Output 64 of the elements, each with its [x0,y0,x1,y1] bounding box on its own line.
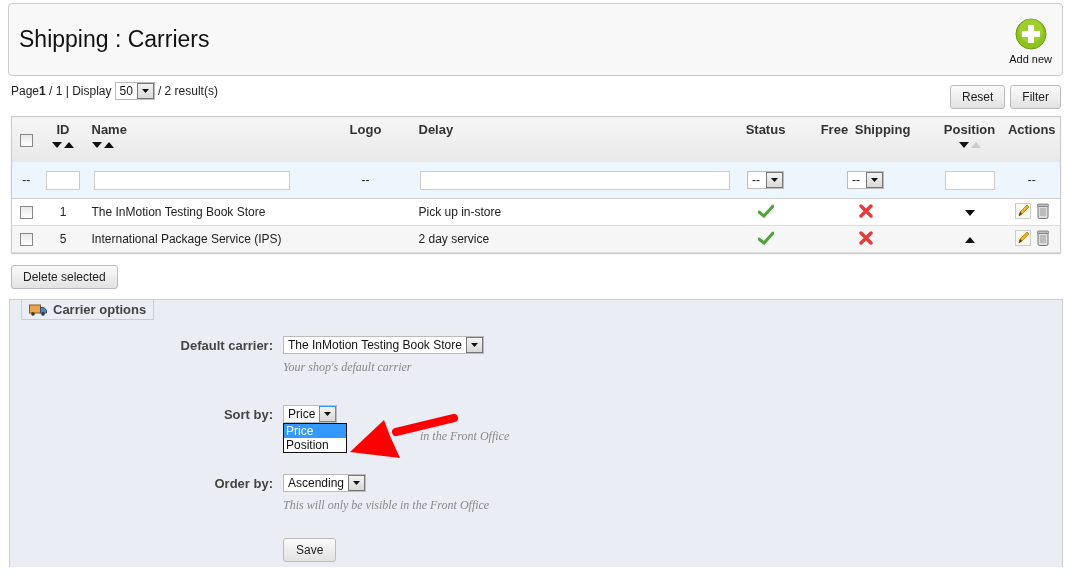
empty-filter-text: -- [1027,173,1036,187]
column-header: ID [56,122,70,137]
check-icon[interactable] [757,230,774,245]
caret-icon [353,481,361,485]
cross-icon[interactable] [858,230,873,245]
carrier-name: International Package Service (IPS) [91,232,282,246]
checkbox[interactable] [19,206,33,220]
page-title: Shipping : Carriers [19,26,210,53]
truck-icon [29,303,47,316]
id-cell: 5 [59,232,67,246]
filter-select[interactable]: -- [747,171,784,189]
filter-select[interactable]: -- [847,171,884,189]
trash-icon[interactable] [1036,229,1049,246]
column-header: Actions [1007,122,1056,137]
checkbox[interactable] [19,134,33,148]
move-down-icon[interactable] [964,210,975,216]
field-label: Order by: [213,475,273,493]
trash-icon[interactable] [1036,202,1049,219]
filter-bar-button[interactable]: Reset [949,85,1006,109]
result-count: / 2 result(s) [157,84,218,98]
dropdown-option[interactable]: Position [284,438,346,452]
column-header: Logo [349,122,382,137]
field-label: Sort by: [222,406,273,424]
column-header: Free Shipping [820,122,911,137]
field-hint: This will only be visible in the Front Office [283,498,490,513]
save-button[interactable]: Save [283,538,337,562]
sort-select[interactable]: Price [283,405,338,423]
filter-input[interactable] [944,170,995,190]
caret-icon [141,89,149,93]
id-cell: 1 [59,205,67,219]
column-header: Position [943,122,996,137]
field-label: Default carrier: [179,337,273,355]
carrier-select[interactable]: The InMotion Testing Book Store [283,336,484,354]
move-up-icon[interactable] [964,237,975,243]
caret-icon [871,178,878,182]
filter-input[interactable] [46,170,80,190]
delete-selected-button[interactable]: Delete selected [11,265,118,289]
cross-icon[interactable] [858,203,873,218]
plus-icon [1014,18,1047,50]
empty-filter-text: -- [361,173,370,187]
column-header: Status [745,122,786,137]
section-legend: Carrier options [21,299,155,320]
check-icon[interactable] [757,203,774,218]
delay-cell: Pick up in-store [418,205,502,219]
empty-filter-text: -- [22,173,31,187]
filter-bar-button[interactable]: Filter [1010,85,1061,109]
caret-icon [771,178,778,182]
field-hint: Your shop's default carrier [283,360,412,375]
edit-icon[interactable] [1014,229,1031,246]
add-new-button[interactable]: Add new [1009,18,1052,65]
caret-icon [470,343,478,347]
checkbox[interactable] [19,233,33,247]
caret-icon [324,412,332,416]
field-hint: in the Front Office [420,429,510,444]
pagination-text: Page1 / 1 | Display [11,84,112,98]
order-select[interactable]: Ascending [283,474,367,492]
carrier-name: The InMotion Testing Book Store [91,205,266,219]
filter-input[interactable] [419,170,730,190]
filter-input[interactable] [93,170,290,190]
column-header: Delay [418,122,454,137]
edit-icon[interactable] [1014,202,1031,219]
delay-cell: 2 day service [418,232,490,246]
column-header: Name [91,122,127,137]
per-page-select[interactable]: 50 [114,82,155,100]
